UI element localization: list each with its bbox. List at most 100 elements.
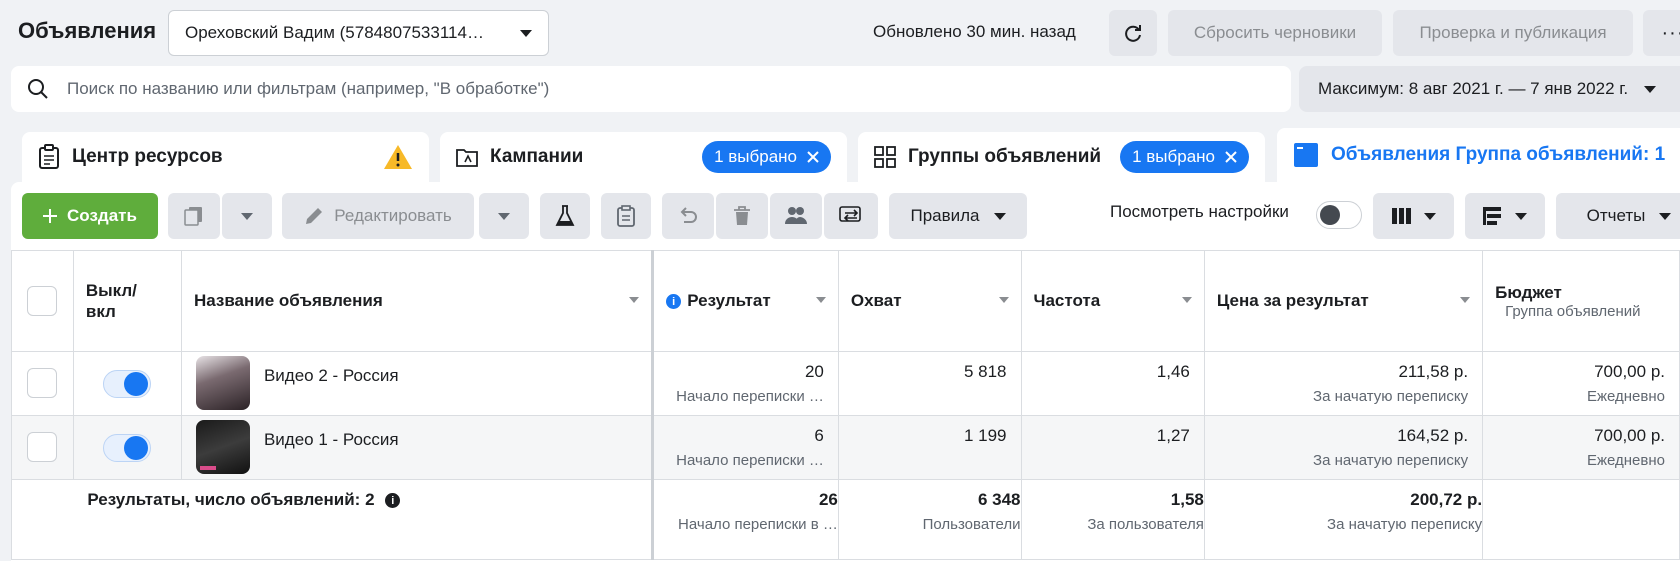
ad-name-cell: Видео 1 - Россия (180, 415, 655, 480)
columns-dropdown[interactable] (1373, 193, 1454, 239)
sort-icon[interactable] (1181, 297, 1192, 303)
budget-sub: Ежедневно (1586, 388, 1665, 405)
refresh-button[interactable] (1109, 10, 1157, 56)
frequency-value: 1,46 (1156, 362, 1190, 381)
summary-row: Результаты, число объявлений: 2 i 26 Нача… (11, 479, 1680, 560)
selected-chip[interactable]: 1 выбрано (1120, 141, 1249, 173)
frequency-cell: 1,27 (1020, 415, 1205, 480)
ad-status-toggle[interactable] (103, 370, 152, 398)
date-range-picker[interactable]: Максимум: 8 авг 2021 г. — 7 янв 2022 г. (1299, 66, 1680, 112)
result-value: 20 (804, 362, 824, 381)
info-icon[interactable]: i (385, 493, 401, 509)
view-settings-toggle[interactable] (1316, 201, 1362, 229)
summary-cost: 200,72 р. (1410, 490, 1483, 509)
budget-cell[interactable]: 700,00 р. Ежедневно (1482, 351, 1680, 416)
page-title: Объявления (18, 18, 157, 43)
audience-button[interactable] (770, 193, 822, 239)
sort-icon[interactable] (629, 297, 640, 303)
column-label: Охват (850, 291, 902, 310)
refresh-icon (1125, 25, 1141, 42)
budget-cell[interactable]: 700,00 р. Ежедневно (1482, 415, 1680, 480)
compare-button[interactable] (824, 193, 878, 239)
edit-dropdown[interactable] (479, 193, 529, 239)
create-button[interactable]: Создать (22, 193, 158, 239)
row-toggle-cell (72, 351, 182, 416)
sort-icon[interactable] (1460, 297, 1471, 303)
preview-button[interactable] (601, 193, 651, 239)
ad-name-link[interactable]: Видео 2 - Россия (264, 366, 399, 410)
row-checkbox[interactable] (27, 368, 58, 398)
column-header-name[interactable]: Название объявления (180, 250, 655, 352)
duplicate-dropdown[interactable] (222, 193, 272, 239)
ad-thumbnail[interactable] (195, 420, 250, 474)
close-icon[interactable] (807, 151, 819, 163)
reports-label: Отчеты (1586, 206, 1646, 225)
result-sub: Начало переписки … (676, 388, 824, 405)
column-header-frequency[interactable]: Частота (1020, 250, 1205, 352)
column-header-budget[interactable]: Бюджет Группа объявлений (1482, 250, 1680, 352)
reach-cell: 5 818 (837, 351, 1022, 416)
tab-resource-center[interactable]: Центр ресурсов (22, 132, 429, 182)
delete-button[interactable] (716, 193, 768, 239)
column-header-cost-per-result[interactable]: Цена за результат (1203, 250, 1484, 352)
cost-sub: За начатую переписку (1313, 452, 1469, 469)
info-icon[interactable]: i (666, 294, 682, 310)
reports-dropdown[interactable]: Отчеты (1556, 193, 1680, 239)
summary-label-cell: Результаты, число объявлений: 2 i (73, 479, 655, 560)
select-all-checkbox[interactable] (27, 286, 58, 316)
ab-test-button[interactable] (540, 193, 590, 239)
breakdown-dropdown[interactable] (1465, 193, 1545, 239)
column-label: Результат (687, 291, 771, 310)
chevron-down-icon (1644, 85, 1657, 93)
column-header-reach[interactable]: Охват (837, 250, 1022, 352)
undo-button[interactable] (662, 193, 714, 239)
ads-table: Выкл/ вкл Название объявления i Результат… (11, 250, 1680, 560)
budget-value: 700,00 р. (1594, 426, 1665, 445)
column-header-result[interactable]: i Результат (652, 250, 839, 352)
date-range-label: Максимум: 8 авг 2021 г. — 7 янв 2022 г. (1318, 79, 1629, 98)
sort-icon[interactable] (815, 297, 826, 303)
summary-spacer (11, 479, 74, 560)
search-bar (11, 66, 1291, 112)
column-sublabel: Группа объявлений (1505, 302, 1641, 320)
summary-frequency-sub: За пользователя (1087, 516, 1204, 533)
tab-campaigns[interactable]: Кампании 1 выбрано (440, 132, 847, 182)
column-header-toggle: Выкл/ вкл (72, 250, 182, 352)
duplicate-icon (184, 207, 202, 226)
column-label: Частота (1033, 291, 1101, 310)
more-options-button[interactable]: ··· (1643, 10, 1680, 56)
ad-window-icon (1294, 143, 1318, 167)
reach-value: 1 199 (963, 426, 1007, 445)
review-publish-button[interactable]: Проверка и публикация (1393, 10, 1633, 56)
rules-dropdown[interactable]: Правила (889, 193, 1027, 239)
cost-cell: 164,52 р. За начатую переписку (1203, 415, 1484, 480)
ad-name-link[interactable]: Видео 1 - Россия (264, 430, 399, 474)
row-select-cell (11, 415, 74, 480)
table-row[interactable]: Видео 2 - Россия 20 Начало переписки … 5 … (11, 351, 1680, 416)
frequency-cell: 1,46 (1020, 351, 1205, 416)
edit-button[interactable]: Редактировать (282, 193, 474, 239)
reset-drafts-button[interactable]: Сбросить черновики (1168, 10, 1382, 56)
search-input[interactable] (67, 79, 1167, 99)
plus-icon (43, 209, 58, 223)
tab-ad-sets[interactable]: Группы объявлений 1 выбрано (858, 132, 1265, 182)
tab-ads[interactable]: Объявления Группа объявлений: 1 (1277, 128, 1680, 182)
table-row[interactable]: Видео 1 - Россия 6 Начало переписки … 1 1… (11, 415, 1680, 480)
swap-icon (839, 206, 861, 222)
account-selector[interactable]: Ореховский Вадим (5784807533114… (168, 10, 549, 56)
chip-label: 1 выбрано (714, 147, 797, 166)
close-icon[interactable] (1225, 151, 1237, 163)
clipboard-icon (39, 144, 59, 169)
summary-label: Результаты, число объявлений: 2 (87, 490, 375, 509)
row-checkbox[interactable] (27, 432, 58, 462)
chevron-down-icon (1423, 212, 1436, 220)
pencil-icon (306, 208, 323, 224)
sort-icon[interactable] (998, 297, 1009, 303)
ad-thumbnail[interactable] (195, 356, 250, 410)
selected-chip[interactable]: 1 выбрано (702, 141, 831, 173)
folder-icon (456, 149, 478, 167)
summary-cost-sub: За начатую переписку (1327, 516, 1483, 533)
duplicate-button[interactable] (168, 193, 220, 239)
ad-status-toggle[interactable] (103, 434, 152, 462)
budget-value: 700,00 р. (1594, 362, 1665, 381)
